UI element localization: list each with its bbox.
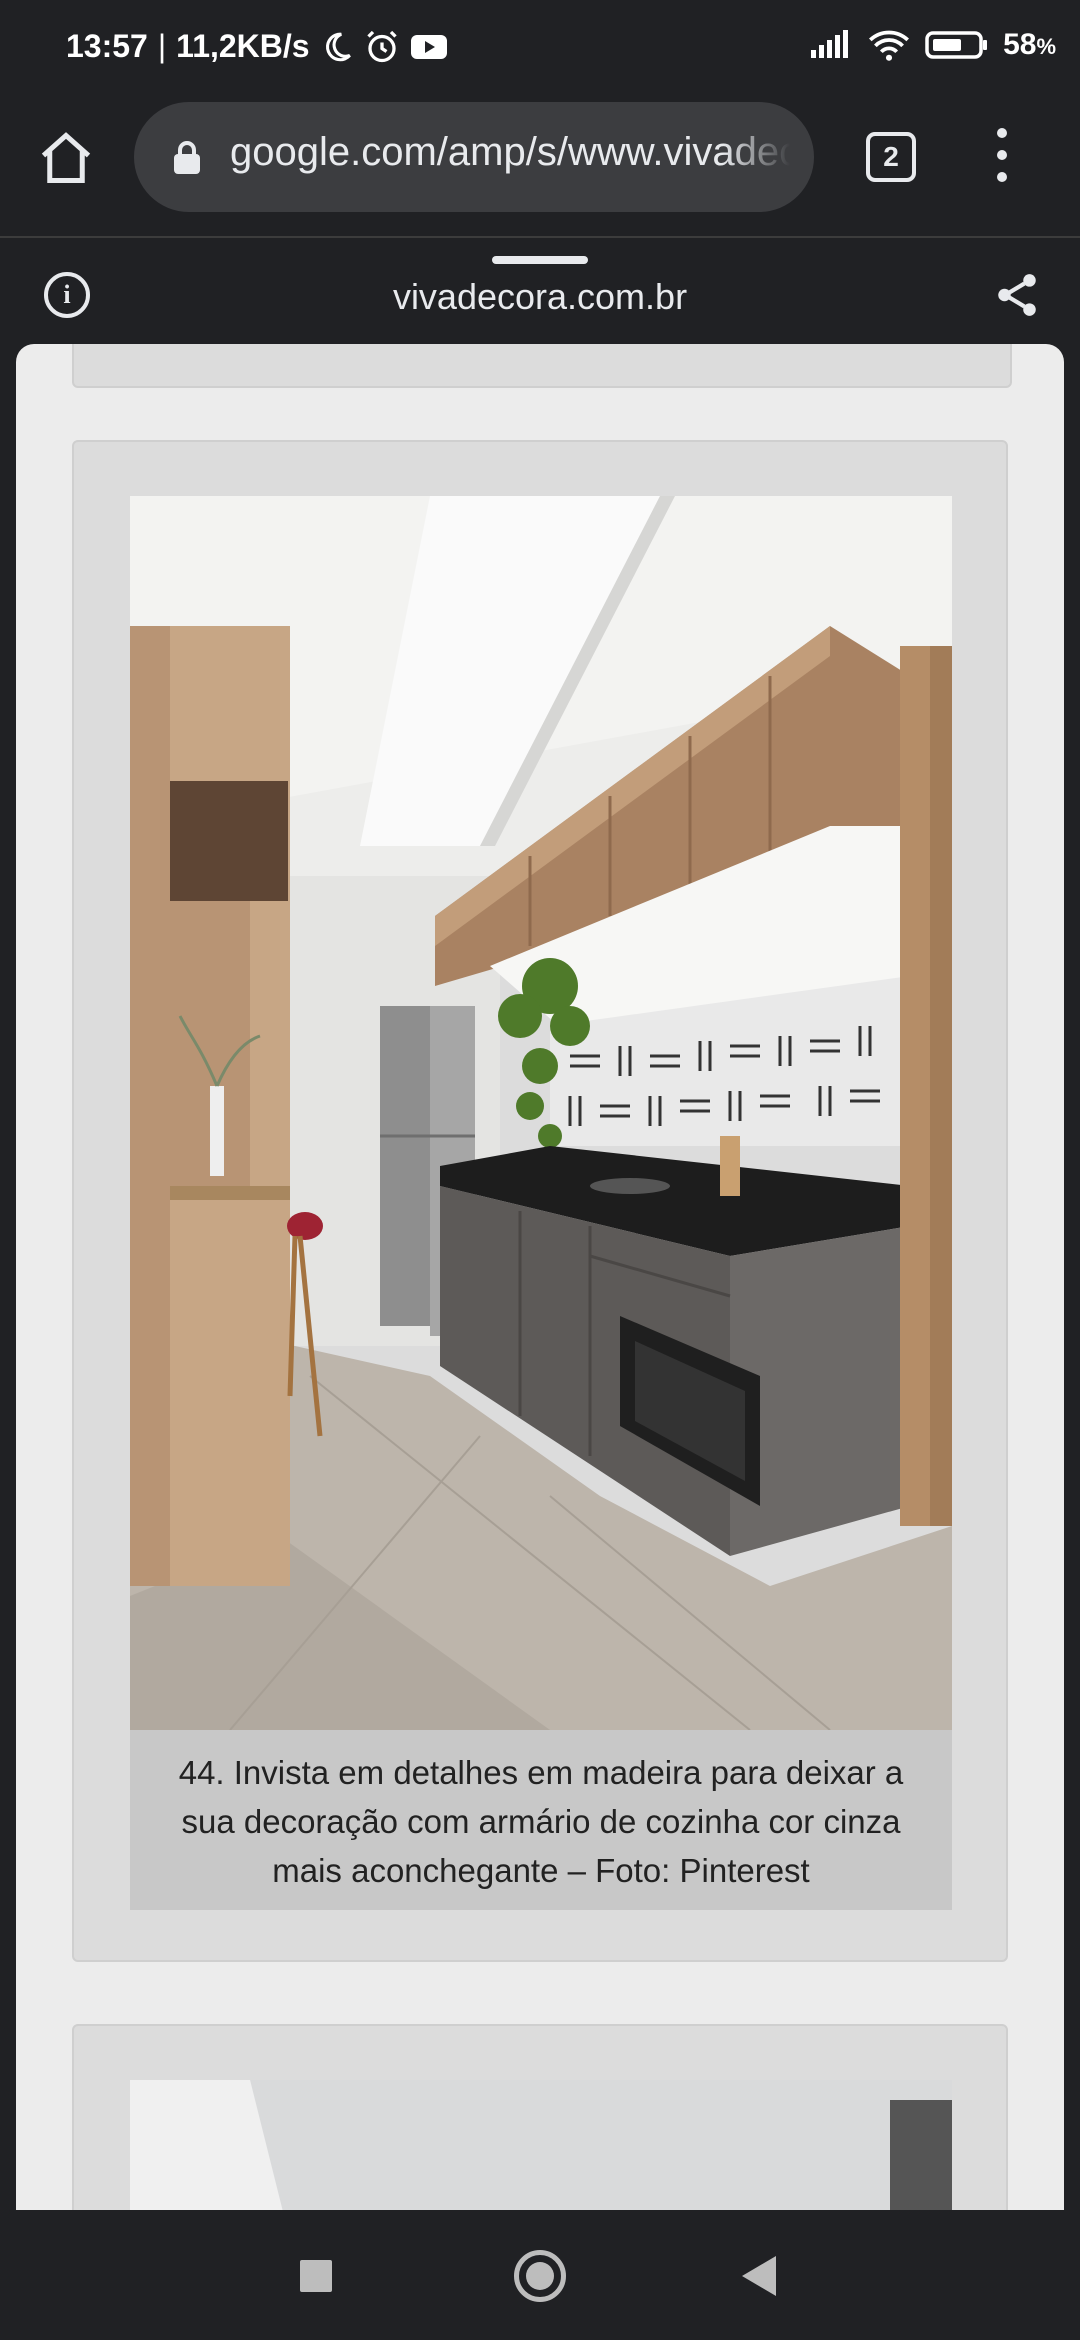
previous-card bbox=[72, 344, 1012, 388]
home-icon bbox=[41, 132, 91, 183]
clock: 13:57 bbox=[66, 28, 148, 64]
kitchen-photo[interactable] bbox=[130, 496, 952, 1730]
more-vert-icon[interactable] bbox=[988, 128, 1016, 188]
network-speed: 11,2KB/s bbox=[176, 28, 310, 64]
signal-icon bbox=[811, 30, 849, 58]
next-photo[interactable] bbox=[130, 2080, 952, 2210]
status-bar: 13:57 | 11,2KB/s 58% bbox=[0, 0, 1080, 98]
tab-switcher-button[interactable]: 2 bbox=[866, 132, 916, 182]
alarm-icon bbox=[366, 30, 397, 62]
url-bar[interactable]: google.com/amp/s/www.vivadecora.com.br bbox=[134, 102, 814, 212]
kitchen-image bbox=[130, 496, 952, 1730]
wifi-icon bbox=[869, 30, 910, 61]
system-home-button[interactable] bbox=[514, 2250, 566, 2302]
status-left: 13:57 | 11,2KB/s bbox=[66, 28, 448, 65]
status-right: 58% bbox=[809, 28, 1056, 62]
back-button[interactable] bbox=[742, 2256, 776, 2296]
moon-icon bbox=[325, 32, 351, 61]
image-card: 44. Invista em detalhes em madeira para … bbox=[72, 440, 1008, 1962]
browser-toolbar: google.com/amp/s/www.vivadecora.com.br 2 bbox=[0, 98, 1080, 238]
battery-level: 58% bbox=[1003, 28, 1056, 61]
share-button[interactable] bbox=[992, 270, 1042, 320]
system-nav-bar bbox=[0, 2210, 1080, 2340]
next-image bbox=[130, 2080, 952, 2210]
next-image-card bbox=[72, 2024, 1008, 2210]
page-domain: vivadecora.com.br bbox=[392, 276, 688, 317]
photo-caption: 44. Invista em detalhes em madeira para … bbox=[130, 1730, 952, 1910]
web-page[interactable]: 44. Invista em detalhes em madeira para … bbox=[16, 344, 1064, 2210]
url-text[interactable]: google.com/amp/s/www.vivadecora.com.br bbox=[230, 130, 790, 175]
share-icon bbox=[998, 274, 1036, 316]
lock-icon bbox=[174, 141, 200, 174]
drag-handle[interactable] bbox=[492, 256, 588, 264]
youtube-icon bbox=[410, 34, 447, 59]
home-button[interactable] bbox=[36, 128, 96, 188]
recent-apps-button[interactable] bbox=[300, 2260, 332, 2292]
battery-icon bbox=[925, 31, 988, 59]
separator: | bbox=[157, 28, 167, 64]
